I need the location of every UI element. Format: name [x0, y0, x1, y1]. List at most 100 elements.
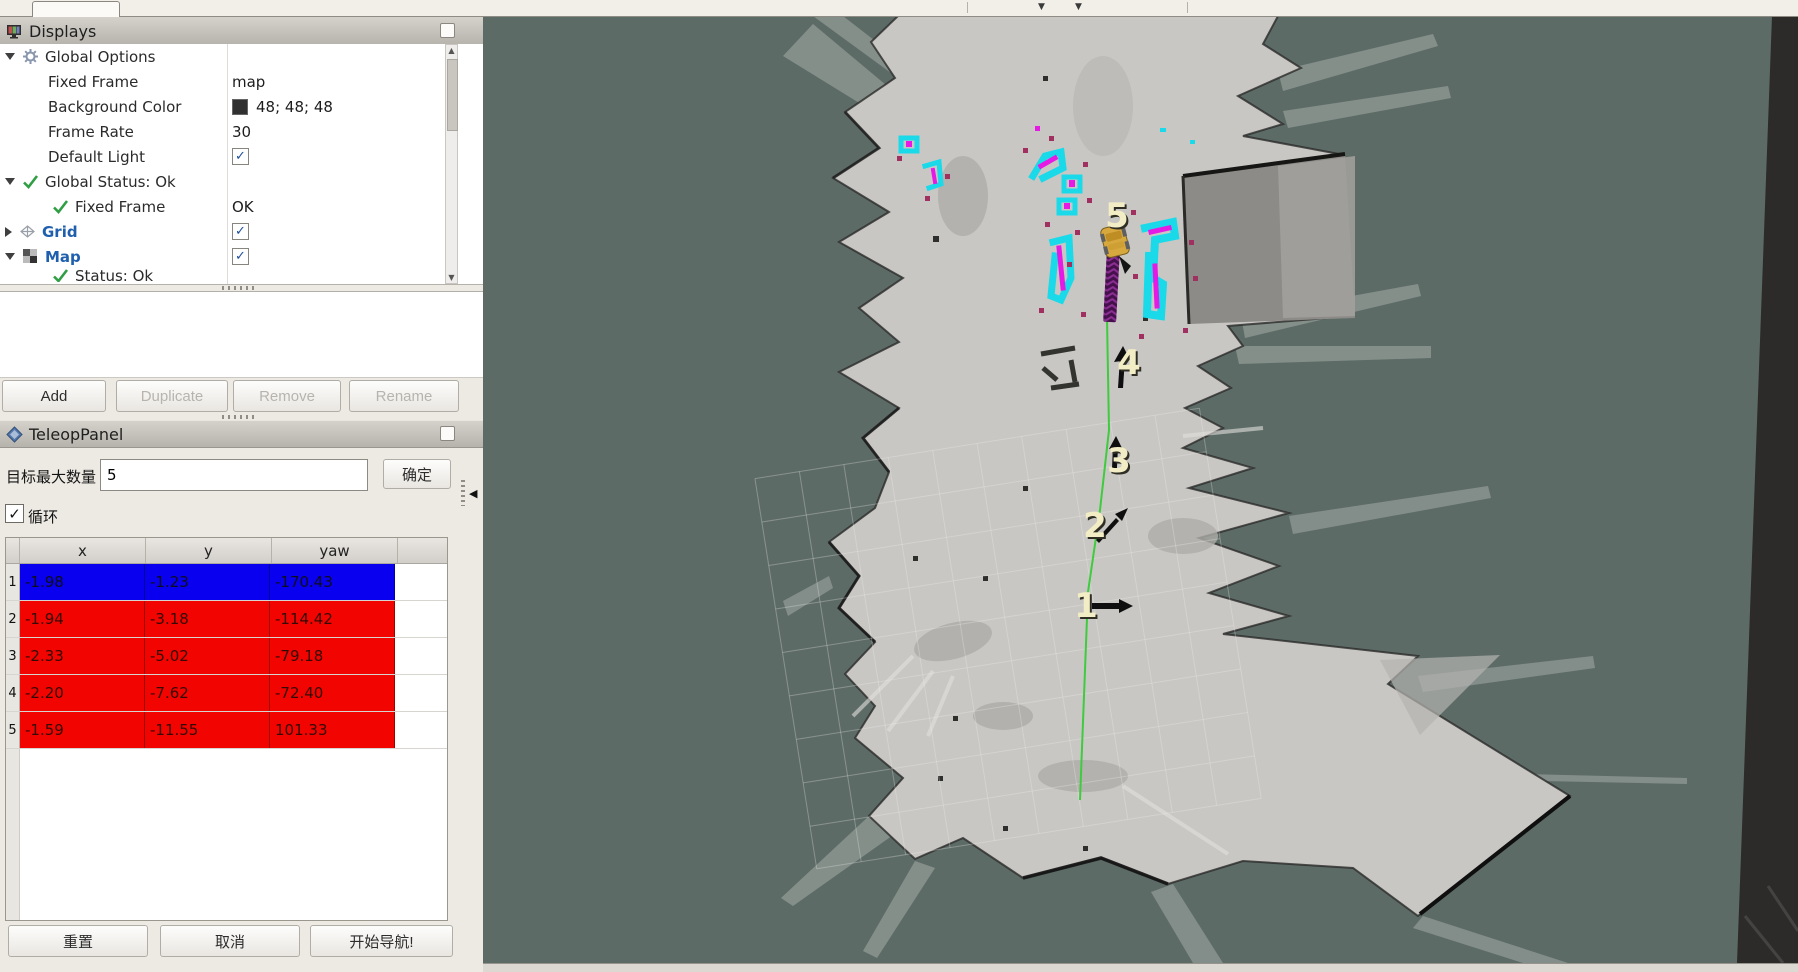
row-number[interactable]: 1 — [6, 564, 20, 600]
cell-y-1[interactable]: -1.23 — [145, 564, 270, 600]
tree-row-default-light[interactable]: Default Light ✓ — [0, 144, 483, 169]
tree-row-fixed-frame[interactable]: Fixed Frame OK — [0, 194, 483, 219]
splitter-handle[interactable] — [461, 480, 465, 506]
displays-float-button[interactable] — [440, 23, 455, 38]
column-header-x[interactable]: x — [20, 538, 146, 563]
cell-y-2[interactable]: -3.18 — [145, 601, 270, 637]
panel-splitter[interactable] — [222, 286, 256, 290]
tree-row-value[interactable]: 30 — [232, 119, 251, 144]
tree-row-global-options[interactable]: Global Options — [0, 44, 483, 69]
tree-row-grid[interactable]: Grid✓ — [0, 219, 483, 244]
confirm-button[interactable]: 确定 — [383, 459, 451, 489]
row-number[interactable]: 3 — [6, 638, 20, 674]
dropdown-arrow-icon[interactable]: ▼ — [1075, 1, 1082, 13]
enable-checkbox[interactable]: ✓ — [232, 223, 249, 240]
scroll-down-icon[interactable]: ▼ — [446, 273, 457, 282]
value-text: map — [232, 73, 265, 91]
expander-open-icon[interactable] — [5, 178, 15, 185]
enable-checkbox[interactable]: ✓ — [232, 148, 249, 165]
tree-row-value[interactable]: ✓ — [232, 219, 249, 244]
table-header-row: xyyaw — [6, 538, 447, 564]
cell-x-3[interactable]: -2.33 — [20, 638, 145, 674]
waypoint-label-1: 1 — [1074, 586, 1098, 626]
cell-y-4[interactable]: -7.62 — [145, 675, 270, 711]
table-row-1[interactable]: 1-1.98-1.23-170.43 — [6, 564, 447, 601]
3d-view-canvas[interactable]: 5 5 4 4 3 3 2 2 1 1 — [483, 16, 1798, 963]
bottom-strip — [483, 963, 1798, 972]
expander-open-icon[interactable] — [5, 253, 15, 260]
scroll-up-icon[interactable]: ▲ — [446, 46, 457, 55]
tree-row-label: Status: Ok — [75, 269, 153, 282]
row-number[interactable]: 2 — [6, 601, 20, 637]
cell-x-2[interactable]: -1.94 — [20, 601, 145, 637]
teleop-panel-titlebar[interactable]: TeleopPanel — [0, 420, 483, 448]
tree-row-label: Fixed Frame — [48, 73, 138, 91]
add-button[interactable]: Add — [2, 380, 106, 412]
enable-checkbox[interactable]: ✓ — [232, 248, 249, 265]
waypoint-label-2: 2 — [1083, 506, 1107, 546]
tree-row-map[interactable]: Map ✓ — [0, 244, 483, 269]
expander-closed-icon[interactable] — [5, 227, 12, 237]
cell-yaw-3[interactable]: -79.18 — [270, 638, 395, 674]
rename-button: Rename — [349, 380, 459, 412]
collapse-left-icon[interactable]: ◀ — [469, 487, 477, 500]
scrollbar-thumb[interactable] — [447, 59, 458, 131]
tree-row-label: Frame Rate — [48, 123, 134, 141]
displays-panel-title: Displays — [29, 22, 96, 41]
tree-row-label: Background Color — [48, 98, 181, 116]
table-row-2[interactable]: 2-1.94-3.18-114.42 — [6, 601, 447, 638]
tree-row-value[interactable]: 48; 48; 48 — [232, 94, 333, 119]
tree-row-value[interactable]: ✓ — [232, 244, 249, 269]
cell-x-4[interactable]: -2.20 — [20, 675, 145, 711]
table-row-5[interactable]: 5-1.59-11.55101.33 — [6, 712, 447, 749]
tree-scrollbar[interactable]: ▲ ▼ — [445, 44, 458, 284]
tree-row-global-status-ok[interactable]: Global Status: Ok — [0, 169, 483, 194]
loop-checkbox[interactable]: ✓ — [5, 504, 24, 523]
teleop-float-button[interactable] — [440, 426, 455, 441]
tree-row-frame-rate[interactable]: Frame Rate 30 — [0, 119, 483, 144]
tree-row-status-ok[interactable]: Status: Ok — [0, 269, 483, 282]
column-header-y[interactable]: y — [146, 538, 272, 563]
tree-row-background-color[interactable]: Background Color 48; 48; 48 — [0, 94, 483, 119]
tree-row-label: Global Status: Ok — [45, 173, 176, 191]
tree-row-label: Fixed Frame — [75, 198, 165, 216]
waypoint-label-5: 5 — [1105, 196, 1129, 236]
waypoint-table[interactable]: xyyaw 1-1.98-1.23-170.432-1.94-3.18-114.… — [5, 537, 448, 921]
map-viewport[interactable]: 5 5 4 4 3 3 2 2 1 1 — [483, 16, 1798, 963]
cell-yaw-4[interactable]: -72.40 — [270, 675, 395, 711]
tree-row-fixed-frame[interactable]: Fixed Frame map — [0, 69, 483, 94]
displays-panel-titlebar[interactable]: Displays — [0, 16, 483, 46]
table-row-3[interactable]: 3-2.33-5.02-79.18 — [6, 638, 447, 675]
color-swatch[interactable] — [232, 99, 248, 115]
cell-y-3[interactable]: -5.02 — [145, 638, 270, 674]
cancel-button[interactable]: 取消 — [160, 925, 300, 957]
row-number[interactable]: 4 — [6, 675, 20, 711]
check-icon — [52, 198, 69, 215]
tree-row-value[interactable]: ✓ — [232, 144, 249, 169]
cell-yaw-2[interactable]: -114.42 — [270, 601, 395, 637]
grid-icon — [19, 223, 36, 240]
tree-row-label: Map — [45, 248, 81, 266]
rviz-window: ▼ ▼ Displays Global Options Fixed Frame ma… — [0, 0, 1798, 972]
cell-x-1[interactable]: -1.98 — [20, 564, 145, 600]
cell-x-5[interactable]: -1.59 — [20, 712, 145, 748]
column-header-yaw[interactable]: yaw — [272, 538, 398, 563]
expander-open-icon[interactable] — [5, 53, 15, 60]
panel-splitter[interactable] — [222, 415, 256, 419]
table-row-4[interactable]: 4-2.20-7.62-72.40 — [6, 675, 447, 712]
tree-row-value[interactable]: map — [232, 69, 265, 94]
tree-row-label: Default Light — [48, 148, 145, 166]
toolbar-tab[interactable] — [32, 1, 120, 17]
row-number[interactable]: 5 — [6, 712, 20, 748]
duplicate-button: Duplicate — [116, 380, 228, 412]
start-navigation-button[interactable]: 开始导航! — [310, 925, 453, 957]
max-goals-input[interactable] — [100, 459, 368, 491]
waypoint-label-3: 3 — [1107, 441, 1131, 481]
cell-yaw-5[interactable]: 101.33 — [270, 712, 395, 748]
tree-row-value[interactable]: OK — [232, 194, 254, 219]
cell-y-5[interactable]: -11.55 — [145, 712, 270, 748]
cell-yaw-1[interactable]: -170.43 — [270, 564, 395, 600]
reset-button[interactable]: 重置 — [8, 925, 148, 957]
dropdown-arrow-icon[interactable]: ▼ — [1038, 1, 1045, 13]
displays-empty-area — [0, 291, 483, 378]
